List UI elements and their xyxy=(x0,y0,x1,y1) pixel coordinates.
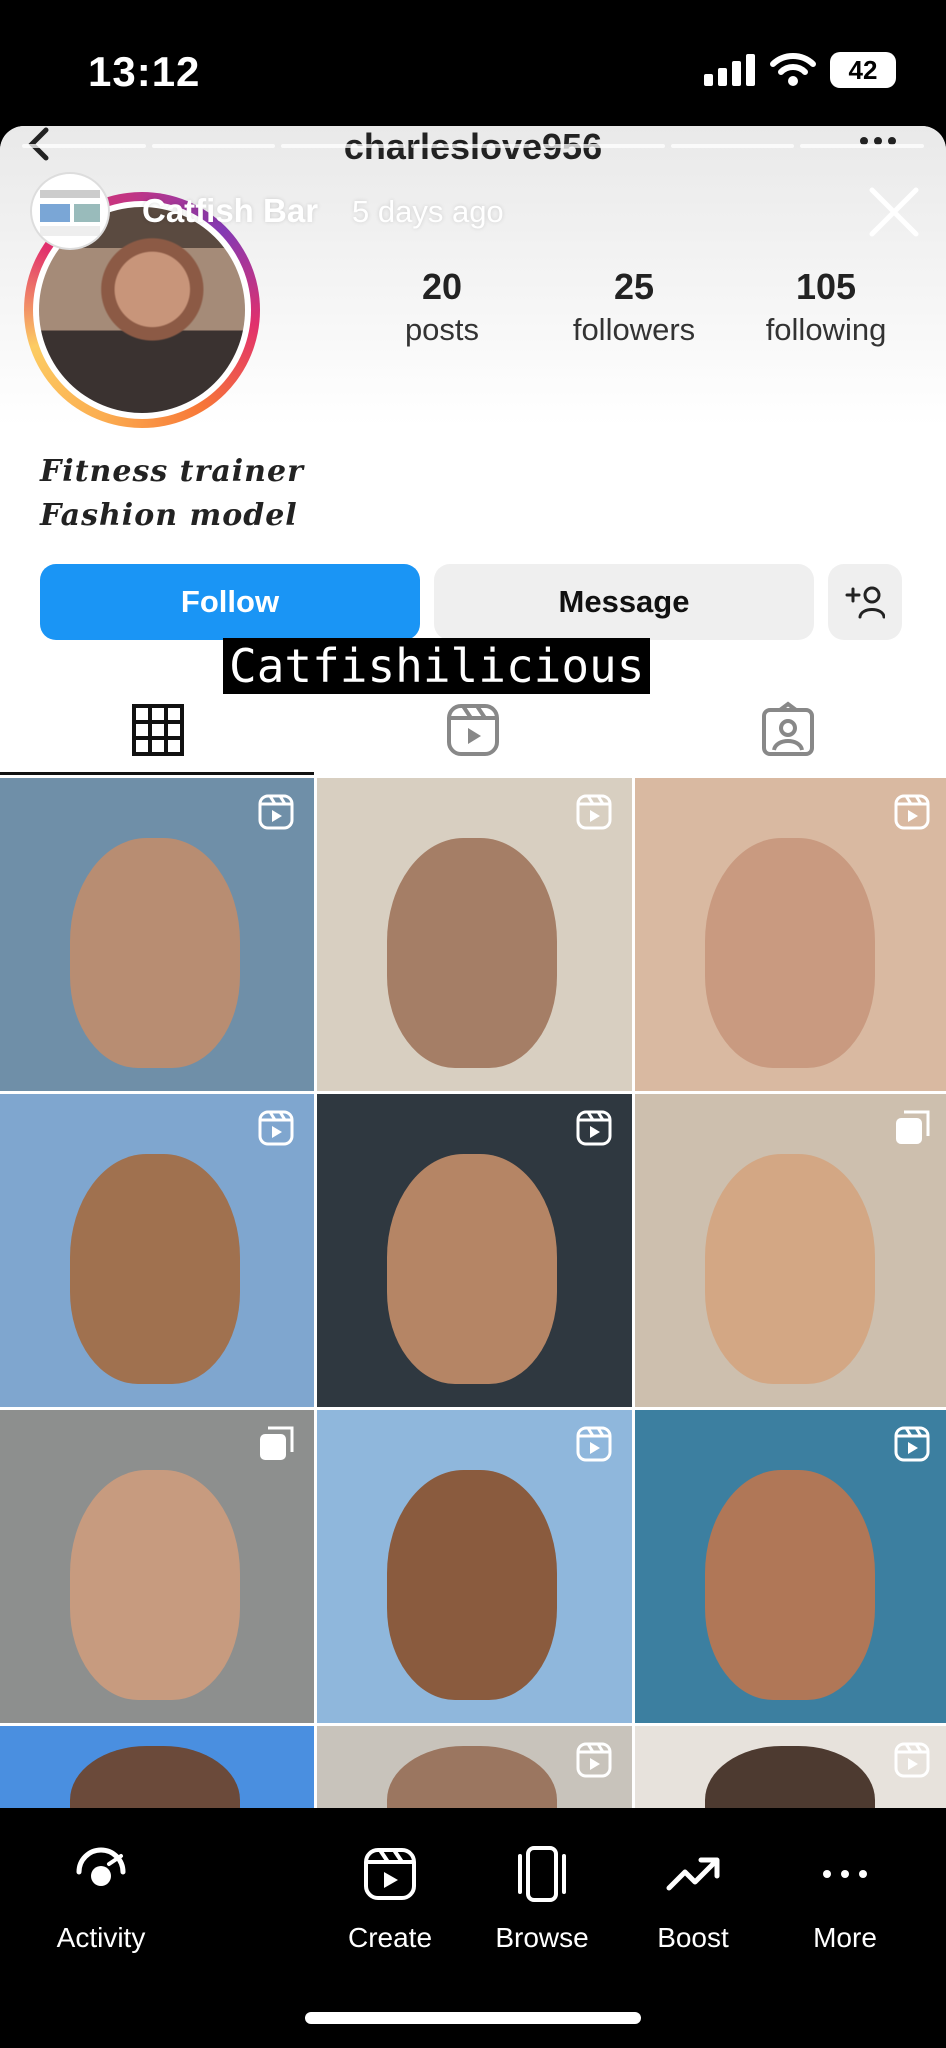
stat-posts[interactable]: 20 posts xyxy=(346,266,538,348)
activity-icon xyxy=(76,1847,126,1886)
post-thumbnail[interactable] xyxy=(0,1410,314,1723)
create-button[interactable]: Create xyxy=(320,1842,460,1954)
reel-icon xyxy=(576,1742,612,1778)
profile-bio: Fitness trainer Fashion model xyxy=(40,450,304,538)
status-bar: 13:12 42 xyxy=(0,0,946,126)
stat-followers[interactable]: 25 followers xyxy=(538,266,730,348)
post-photo-subject xyxy=(70,1154,240,1384)
post-thumbnail[interactable] xyxy=(0,778,314,1091)
create-reel-icon xyxy=(364,1848,416,1900)
cellular-signal-icon xyxy=(704,54,755,86)
story-progress-segment xyxy=(151,144,276,148)
battery-indicator: 42 xyxy=(830,52,896,88)
post-photo-subject xyxy=(387,1746,557,1808)
stat-following[interactable]: 105 following xyxy=(730,266,922,348)
story-account-name[interactable]: Catfish Bar xyxy=(142,192,318,230)
post-thumbnail[interactable] xyxy=(0,1094,314,1407)
reel-icon xyxy=(258,1110,294,1146)
more-label: More xyxy=(813,1922,877,1953)
reel-icon xyxy=(894,794,930,830)
story-progress-bars xyxy=(22,144,925,148)
post-thumbnail[interactable] xyxy=(635,1726,946,1808)
post-thumbnail[interactable] xyxy=(635,778,946,1091)
browse-button[interactable]: Browse xyxy=(472,1842,612,1954)
following-label: following xyxy=(765,312,887,347)
reel-icon xyxy=(258,794,294,830)
reel-icon xyxy=(894,1742,930,1778)
post-photo-subject xyxy=(387,1154,557,1384)
post-photo-subject xyxy=(705,1154,875,1384)
carousel-icon xyxy=(896,1110,930,1144)
trending-up-icon xyxy=(666,1857,720,1891)
profile-actions: Follow Message xyxy=(40,564,902,640)
story-progress-segment xyxy=(281,144,406,148)
create-label: Create xyxy=(347,1922,433,1953)
close-icon[interactable] xyxy=(866,184,922,240)
more-button[interactable]: More xyxy=(775,1842,915,1954)
profile-tabs xyxy=(0,686,946,776)
post-photo-subject xyxy=(705,1746,875,1808)
story-progress-segment xyxy=(800,144,925,148)
reels-icon[interactable] xyxy=(443,700,503,760)
posts-label: posts xyxy=(404,312,480,347)
story-viewer[interactable]: charleslove956 Catfish Bar 5 days ago 20 xyxy=(0,126,946,1808)
story-progress-segment xyxy=(22,144,146,148)
story-progress-segment xyxy=(411,144,535,148)
post-photo-subject xyxy=(387,1470,557,1700)
boost-button[interactable]: Boost xyxy=(623,1842,763,1954)
post-photo-subject xyxy=(705,838,875,1068)
home-indicator[interactable] xyxy=(305,2012,641,2024)
post-photo-subject xyxy=(387,838,557,1068)
story-progress-segment xyxy=(540,144,665,148)
carousel-icon xyxy=(260,1426,294,1460)
activity-label: Activity xyxy=(56,1922,146,1953)
posts-count: 20 xyxy=(421,266,463,307)
boost-label: Boost xyxy=(657,1922,729,1953)
bio-line: Fashion model xyxy=(40,498,298,533)
post-photo-subject xyxy=(70,838,240,1068)
post-photo-subject xyxy=(70,1470,240,1700)
post-thumbnail[interactable] xyxy=(0,1726,314,1808)
posts-grid xyxy=(0,778,946,1808)
bio-line: Fitness trainer xyxy=(40,454,304,489)
more-horizontal-icon xyxy=(823,1870,867,1878)
followers-label: followers xyxy=(572,312,696,347)
grid-icon[interactable] xyxy=(128,700,188,760)
browse-label: Browse xyxy=(495,1922,589,1953)
reel-icon xyxy=(576,794,612,830)
post-photo-subject xyxy=(705,1470,875,1700)
profile-stats: 20 posts 25 followers 105 following xyxy=(346,266,922,348)
message-button[interactable]: Message xyxy=(434,564,814,640)
followers-count: 25 xyxy=(613,266,655,307)
add-user-icon xyxy=(845,586,885,619)
post-thumbnail[interactable] xyxy=(317,1094,632,1407)
suggested-users-button[interactable] xyxy=(828,564,902,640)
post-thumbnail[interactable] xyxy=(317,778,632,1091)
post-thumbnail[interactable] xyxy=(635,1094,946,1407)
tagged-icon[interactable] xyxy=(758,700,818,760)
activity-button[interactable]: Activity xyxy=(31,1842,171,1954)
browse-icon xyxy=(518,1846,566,1902)
reel-icon xyxy=(576,1110,612,1146)
wifi-icon xyxy=(770,53,816,86)
story-timestamp: 5 days ago xyxy=(352,194,504,229)
post-thumbnail[interactable] xyxy=(317,1410,632,1723)
story-account-thumbnail[interactable] xyxy=(30,172,110,250)
status-icons: 42 xyxy=(704,52,896,88)
post-thumbnail[interactable] xyxy=(635,1410,946,1723)
following-count: 105 xyxy=(795,266,857,307)
active-tab-indicator xyxy=(0,772,314,775)
status-time: 13:12 xyxy=(88,48,201,95)
post-photo-subject xyxy=(70,1746,240,1808)
post-thumbnail[interactable] xyxy=(317,1726,632,1808)
follow-button[interactable]: Follow xyxy=(40,564,420,640)
story-progress-segment xyxy=(670,144,795,148)
reel-icon xyxy=(576,1426,612,1462)
reel-icon xyxy=(894,1426,930,1462)
